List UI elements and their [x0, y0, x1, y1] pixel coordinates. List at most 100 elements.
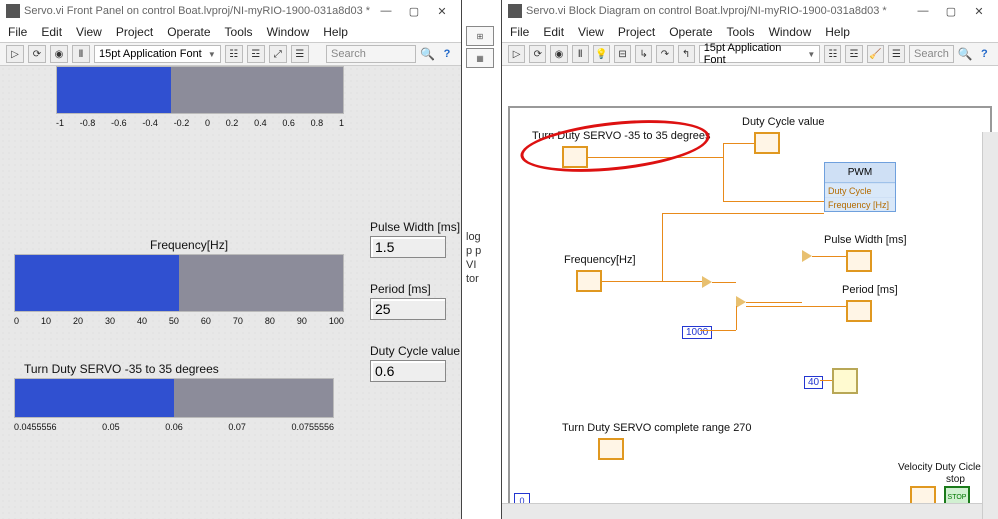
- maximize-button[interactable]: ▢: [401, 2, 427, 20]
- pwm-express-vi[interactable]: PWM Duty Cycle Frequency [Hz]: [824, 162, 896, 212]
- font-dropdown[interactable]: 15pt Application Font: [94, 45, 221, 63]
- menu-edit[interactable]: Edit: [41, 25, 62, 39]
- turn-duty-270-label: Turn Duty SERVO complete range 270: [562, 422, 752, 434]
- period-indicator: Period [ms] 25: [370, 282, 446, 320]
- multiply-node[interactable]: [802, 250, 812, 262]
- menubar: File Edit View Project Operate Tools Win…: [502, 22, 998, 42]
- clipped-text: log p p VI tor: [466, 230, 481, 286]
- run-continuous-button[interactable]: ⟳: [529, 45, 546, 63]
- period-terminal-label: Period [ms]: [842, 284, 898, 296]
- window-icon: [6, 4, 20, 18]
- menu-operate[interactable]: Operate: [167, 25, 210, 39]
- frequency-terminal-label: Frequency[Hz]: [564, 254, 636, 266]
- run-button[interactable]: ▷: [508, 45, 525, 63]
- front-panel-window: Servo.vi Front Panel on control Boat.lvp…: [0, 0, 462, 519]
- highlight-button[interactable]: 💡: [593, 45, 610, 63]
- window-title: Servo.vi Block Diagram on control Boat.l…: [526, 5, 910, 17]
- pulse-width-indicator-terminal[interactable]: [846, 250, 872, 272]
- run-button[interactable]: ▷: [6, 45, 24, 63]
- font-dropdown[interactable]: 15pt Application Font: [699, 45, 821, 63]
- pause-button[interactable]: Ⅱ: [572, 45, 589, 63]
- pause-button[interactable]: Ⅱ: [72, 45, 90, 63]
- step-over-button[interactable]: ↷: [656, 45, 673, 63]
- titlebar: Servo.vi Front Panel on control Boat.lvp…: [0, 0, 461, 22]
- run-continuous-button[interactable]: ⟳: [28, 45, 46, 63]
- menu-help[interactable]: Help: [825, 25, 850, 39]
- pulse-width-indicator: Pulse Width [ms] 1.5: [370, 220, 460, 258]
- titlebar: Servo.vi Block Diagram on control Boat.l…: [502, 0, 998, 22]
- resize-button[interactable]: ⤢: [269, 45, 287, 63]
- turn-duty-terminal-label: Turn Duty SERVO -35 to 35 degrees: [532, 130, 711, 142]
- duty-cycle-label: Duty Cycle value: [370, 344, 460, 358]
- align-button[interactable]: ☷: [824, 45, 841, 63]
- retain-wire-button[interactable]: ⊟: [614, 45, 631, 63]
- pwm-row-freq: Frequency [Hz]: [825, 197, 895, 211]
- period-label: Period [ms]: [370, 282, 446, 296]
- scrollbar-vertical[interactable]: [982, 132, 998, 519]
- help-icon[interactable]: ?: [439, 46, 455, 62]
- constant-1000[interactable]: 1000: [682, 326, 712, 339]
- toolbar: ▷ ⟳ ◉ Ⅱ 💡 ⊟ ↳ ↷ ↰ 15pt Application Font …: [502, 42, 998, 66]
- frequency-control-terminal[interactable]: [576, 270, 602, 292]
- stop-label: stop: [946, 474, 965, 485]
- divide-node[interactable]: [736, 296, 746, 308]
- menu-file[interactable]: File: [8, 25, 27, 39]
- menu-project[interactable]: Project: [618, 25, 655, 39]
- menu-operate[interactable]: Operate: [669, 25, 712, 39]
- search-icon[interactable]: 🔍: [420, 47, 435, 61]
- slider-top[interactable]: -1 -0.8 -0.6 -0.4 -0.2 0 0.2 0.4 0.6 0.8…: [56, 66, 344, 136]
- align-button[interactable]: ☷: [225, 45, 243, 63]
- front-panel-canvas[interactable]: -1 -0.8 -0.6 -0.4 -0.2 0 0.2 0.4 0.6 0.8…: [0, 66, 461, 519]
- menu-window[interactable]: Window: [267, 25, 310, 39]
- menu-tools[interactable]: Tools: [727, 25, 755, 39]
- duty-cycle-value-label: Duty Cycle value: [742, 116, 825, 128]
- minimize-button[interactable]: —: [373, 2, 399, 20]
- menu-file[interactable]: File: [510, 25, 529, 39]
- slider-turn-duty[interactable]: 0.0455556 0.05 0.06 0.07 0.0755556: [14, 378, 334, 440]
- menu-project[interactable]: Project: [116, 25, 153, 39]
- reorder-button[interactable]: ☰: [888, 45, 905, 63]
- abort-button[interactable]: ◉: [50, 45, 68, 63]
- reorder-button[interactable]: ☰: [291, 45, 309, 63]
- pwm-title: PWM: [825, 163, 895, 183]
- window-title: Servo.vi Front Panel on control Boat.lvp…: [24, 5, 373, 17]
- window-icon: [508, 4, 522, 18]
- distribute-button[interactable]: ☲: [247, 45, 265, 63]
- toolbar: ▷ ⟳ ◉ Ⅱ 15pt Application Font ☷ ☲ ⤢ ☰ Se…: [0, 42, 461, 66]
- scrollbar-horizontal[interactable]: [502, 503, 982, 519]
- step-into-button[interactable]: ↳: [635, 45, 652, 63]
- constant-40[interactable]: 40: [804, 376, 823, 389]
- turn-duty-control-terminal[interactable]: [562, 146, 588, 168]
- slider-frequency[interactable]: 0 10 20 30 40 50 60 70 80 90 100: [14, 254, 344, 334]
- abort-button[interactable]: ◉: [550, 45, 567, 63]
- search-icon[interactable]: 🔍: [958, 47, 973, 61]
- minimize-button[interactable]: —: [910, 2, 936, 20]
- menu-edit[interactable]: Edit: [543, 25, 564, 39]
- cleanup-button[interactable]: 🧹: [867, 45, 884, 63]
- menu-help[interactable]: Help: [323, 25, 348, 39]
- distribute-button[interactable]: ☲: [845, 45, 862, 63]
- search-input[interactable]: Search: [326, 45, 416, 63]
- block-diagram-canvas[interactable]: Turn Duty SERVO -35 to 35 degrees Duty C…: [502, 66, 998, 519]
- menu-window[interactable]: Window: [769, 25, 812, 39]
- search-input[interactable]: Search: [909, 45, 954, 63]
- period-indicator-terminal[interactable]: [846, 300, 872, 322]
- pulse-width-label: Pulse Width [ms]: [370, 220, 460, 234]
- palette-icon[interactable]: ▦: [466, 48, 494, 68]
- pulse-width-value: 1.5: [370, 236, 446, 258]
- close-button[interactable]: ✕: [966, 2, 992, 20]
- wait-ms-node[interactable]: [832, 368, 858, 394]
- turn-duty-270-control-terminal[interactable]: [598, 438, 624, 460]
- grid-icon[interactable]: ⊞: [466, 26, 494, 46]
- reciprocal-node[interactable]: [702, 276, 712, 288]
- duty-cycle-indicator-terminal[interactable]: [754, 132, 780, 154]
- menu-tools[interactable]: Tools: [225, 25, 253, 39]
- pwm-row-duty: Duty Cycle: [825, 183, 895, 197]
- menu-view[interactable]: View: [578, 25, 604, 39]
- step-out-button[interactable]: ↰: [678, 45, 695, 63]
- menu-view[interactable]: View: [76, 25, 102, 39]
- velocity-duty-label: Velocity Duty Cicle: [898, 462, 981, 473]
- maximize-button[interactable]: ▢: [938, 2, 964, 20]
- close-button[interactable]: ✕: [429, 2, 455, 20]
- help-icon[interactable]: ?: [977, 46, 992, 62]
